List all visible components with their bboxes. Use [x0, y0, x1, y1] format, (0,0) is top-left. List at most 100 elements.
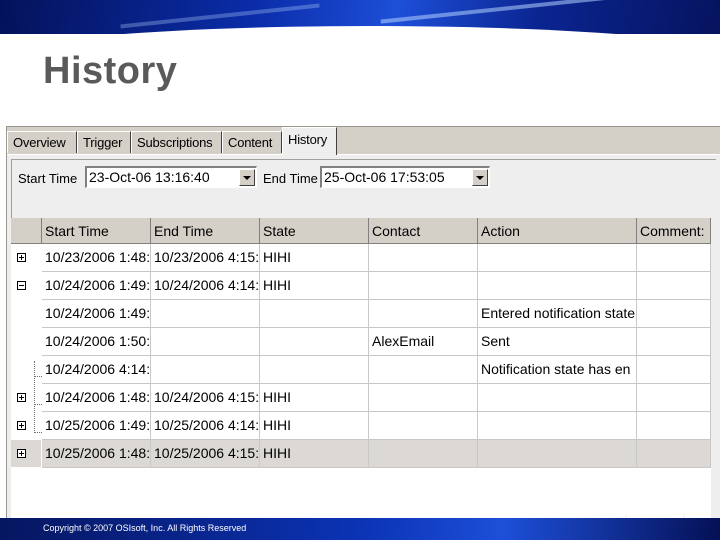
- cell-contact[interactable]: [369, 356, 478, 384]
- child-row[interactable]: 10/24/2006 1:49: Entered notification sta…: [11, 300, 711, 328]
- start-time-dropdown-icon[interactable]: [239, 169, 255, 186]
- copyright-text: Copyright © 2007 OSIsoft, Inc. All Right…: [43, 523, 247, 533]
- expand-icon[interactable]: [17, 393, 26, 402]
- cell-end-time[interactable]: 10/24/2006 4:15:: [151, 384, 260, 412]
- tree-line: [34, 376, 42, 377]
- cell-start-time[interactable]: 10/24/2006 1:49:: [42, 272, 151, 300]
- tab-content[interactable]: Content: [222, 131, 282, 153]
- tree-line: [34, 404, 42, 405]
- row-gutter: [11, 412, 41, 440]
- header-corner: [11, 218, 42, 244]
- row-gutter: [11, 384, 41, 412]
- cell-contact[interactable]: [369, 300, 478, 328]
- cell-state[interactable]: [260, 300, 369, 328]
- row-gutter: [11, 272, 41, 300]
- tree-line: [34, 432, 42, 433]
- cell-state[interactable]: HIHI: [260, 384, 369, 412]
- cell-comment[interactable]: [637, 328, 711, 356]
- cell-start-time[interactable]: 10/24/2006 1:48:: [42, 384, 151, 412]
- cell-comment[interactable]: [637, 412, 711, 440]
- cell-action[interactable]: Sent: [478, 328, 637, 356]
- cell-contact[interactable]: [369, 272, 478, 300]
- cell-state[interactable]: HIHI: [260, 440, 369, 468]
- start-time-label: Start Time: [18, 171, 78, 186]
- child-row[interactable]: 10/24/2006 4:14: Notification state has e…: [11, 356, 711, 384]
- row-gutter: [11, 356, 41, 384]
- cell-comment[interactable]: [637, 384, 711, 412]
- cell-start-time[interactable]: 10/23/2006 1:48:: [42, 244, 151, 272]
- start-time-value: 23-Oct-06 13:16:40: [89, 169, 210, 185]
- cell-end-time[interactable]: [151, 356, 260, 384]
- cell-action[interactable]: [478, 384, 637, 412]
- cell-contact[interactable]: [369, 412, 478, 440]
- table-row[interactable]: 10/25/2006 1:48: 10/25/2006 4:15: HIHI: [11, 440, 711, 468]
- cell-state[interactable]: HIHI: [260, 412, 369, 440]
- expand-icon[interactable]: [17, 253, 26, 262]
- time-filter: Start Time 23-Oct-06 13:16:40 End Time 2…: [18, 166, 490, 190]
- cell-state[interactable]: [260, 356, 369, 384]
- column-header-comment[interactable]: Comment:: [637, 218, 711, 244]
- cell-start-time[interactable]: 10/24/2006 1:49:: [42, 300, 151, 328]
- history-grid: Start Time End Time State Contact Action…: [11, 218, 711, 548]
- start-time-combo[interactable]: 23-Oct-06 13:16:40: [85, 166, 257, 188]
- column-header-state[interactable]: State: [260, 218, 369, 244]
- cell-contact[interactable]: AlexEmail: [369, 328, 478, 356]
- cell-comment[interactable]: [637, 300, 711, 328]
- cell-comment[interactable]: [637, 440, 711, 468]
- tab-history[interactable]: History: [282, 127, 337, 155]
- expand-icon[interactable]: [17, 449, 26, 458]
- cell-start-time[interactable]: 10/25/2006 1:49:: [42, 412, 151, 440]
- table-row[interactable]: 10/25/2006 1:49: 10/25/2006 4:14: HIHI: [11, 412, 711, 440]
- table-row[interactable]: 10/23/2006 1:48: 10/23/2006 4:15: HIHI: [11, 244, 711, 272]
- tab-overview[interactable]: Overview: [7, 131, 77, 153]
- column-header-start-time[interactable]: Start Time: [42, 218, 151, 244]
- end-time-label: End Time: [263, 171, 318, 186]
- cell-end-time[interactable]: 10/24/2006 4:14:: [151, 272, 260, 300]
- end-time-value: 25-Oct-06 17:53:05: [324, 169, 445, 185]
- cell-action[interactable]: Entered notification state: [478, 300, 637, 328]
- cell-end-time[interactable]: 10/25/2006 4:14:: [151, 412, 260, 440]
- cell-action[interactable]: [478, 244, 637, 272]
- cell-state[interactable]: HIHI: [260, 244, 369, 272]
- cell-state[interactable]: [260, 328, 369, 356]
- row-gutter: [11, 440, 41, 468]
- tree-line: [34, 361, 35, 433]
- child-row[interactable]: 10/24/2006 1:50: AlexEmail Sent: [11, 328, 711, 356]
- history-window: Overview Trigger Subscriptions Content H…: [6, 126, 720, 548]
- column-header-contact[interactable]: Contact: [369, 218, 478, 244]
- cell-contact[interactable]: [369, 244, 478, 272]
- row-gutter: [11, 328, 41, 356]
- cell-end-time[interactable]: 10/23/2006 4:15:: [151, 244, 260, 272]
- tab-strip: Overview Trigger Subscriptions Content H…: [7, 127, 720, 155]
- cell-comment[interactable]: [637, 356, 711, 384]
- tab-trigger[interactable]: Trigger: [77, 131, 131, 153]
- column-header-action[interactable]: Action: [478, 218, 637, 244]
- table-row[interactable]: 10/24/2006 1:48: 10/24/2006 4:15: HIHI: [11, 384, 711, 412]
- slide-title: History: [43, 50, 178, 92]
- cell-start-time[interactable]: 10/25/2006 1:48:: [42, 440, 151, 468]
- cell-start-time[interactable]: 10/24/2006 4:14:: [42, 356, 151, 384]
- cell-action[interactable]: [478, 272, 637, 300]
- cell-comment[interactable]: [637, 272, 711, 300]
- cell-end-time[interactable]: [151, 328, 260, 356]
- cell-start-time[interactable]: 10/24/2006 1:50:: [42, 328, 151, 356]
- expand-icon[interactable]: [17, 421, 26, 430]
- cell-action[interactable]: [478, 440, 637, 468]
- column-header-end-time[interactable]: End Time: [151, 218, 260, 244]
- cell-action[interactable]: Notification state has en: [478, 356, 637, 384]
- cell-end-time[interactable]: 10/25/2006 4:15:: [151, 440, 260, 468]
- table-row[interactable]: 10/24/2006 1:49: 10/24/2006 4:14: HIHI: [11, 272, 711, 300]
- cell-action[interactable]: [478, 412, 637, 440]
- tab-subscriptions[interactable]: Subscriptions: [131, 131, 222, 153]
- cell-state[interactable]: HIHI: [260, 272, 369, 300]
- collapse-icon[interactable]: [17, 281, 26, 290]
- end-time-dropdown-icon[interactable]: [472, 169, 488, 186]
- cell-contact[interactable]: [369, 384, 478, 412]
- end-time-combo[interactable]: 25-Oct-06 17:53:05: [320, 166, 490, 188]
- slide-header-band: [0, 0, 720, 34]
- cell-end-time[interactable]: [151, 300, 260, 328]
- cell-comment[interactable]: [637, 244, 711, 272]
- cell-contact[interactable]: [369, 440, 478, 468]
- slide-footer-band: Copyright © 2007 OSIsoft, Inc. All Right…: [0, 518, 720, 540]
- history-panel: Start Time 23-Oct-06 13:16:40 End Time 2…: [7, 154, 720, 548]
